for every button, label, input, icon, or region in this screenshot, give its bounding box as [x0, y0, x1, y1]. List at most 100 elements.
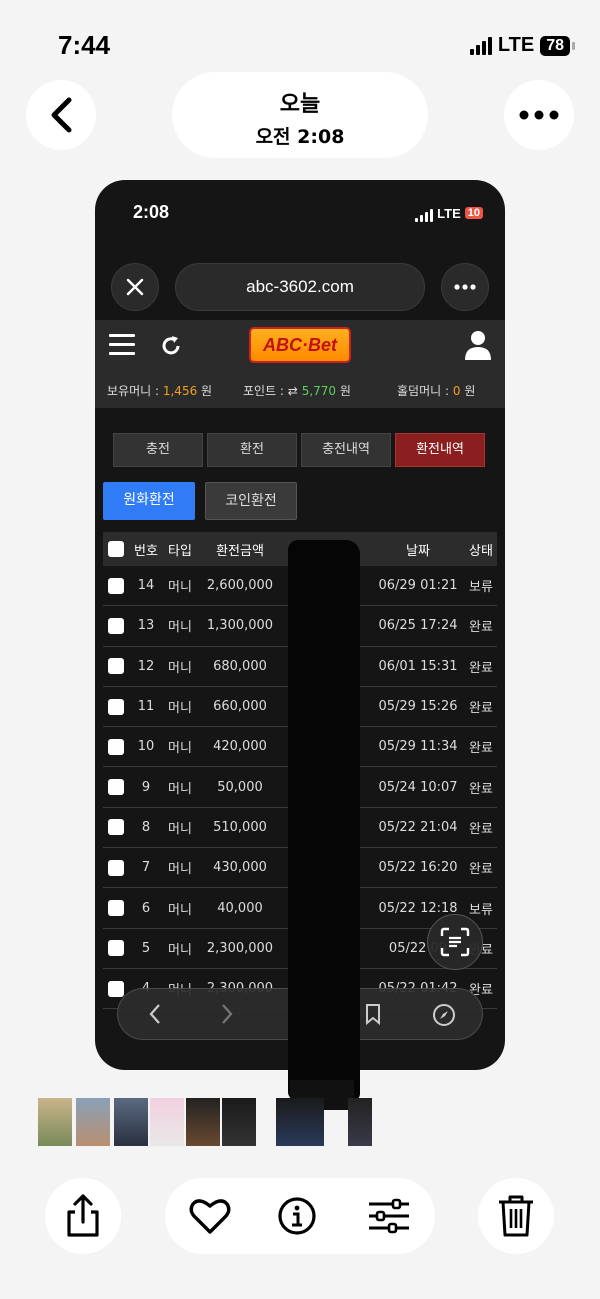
more-button[interactable] — [504, 80, 574, 150]
row-status: 완료 — [469, 741, 493, 757]
row-checkbox[interactable] — [103, 819, 129, 836]
adjust-icon[interactable] — [367, 1196, 411, 1236]
checkbox[interactable] — [108, 900, 124, 917]
ellipsis-icon — [519, 110, 559, 120]
tab-deposit-history[interactable]: 충전내역 — [301, 433, 391, 467]
row-checkbox[interactable] — [103, 617, 129, 634]
row-checkbox[interactable] — [103, 779, 129, 796]
thumbnail[interactable] — [38, 1098, 72, 1146]
redaction-mark — [288, 540, 360, 1100]
row-checkbox[interactable] — [103, 738, 129, 755]
row-number: 9 — [141, 779, 151, 795]
row-status: 보류 — [469, 580, 493, 596]
thumbnail[interactable] — [114, 1098, 148, 1146]
date-label: 오늘 — [279, 92, 321, 117]
tab-deposit[interactable]: 충전 — [113, 433, 203, 467]
row-date: 05/22 21:04 — [378, 819, 458, 835]
sub-tabs: 원화환전 코인환전 — [103, 482, 297, 520]
row-type: 머니 — [168, 942, 192, 958]
site-header: ABC·Bet 보유머니 : 1,456 원 포인트 : ⇄ 5,770 원 홀… — [95, 320, 505, 408]
row-number: 7 — [141, 860, 151, 876]
row-amount: 1,300,000 — [206, 618, 274, 634]
thumbnail[interactable] — [186, 1098, 220, 1146]
row-status: 완료 — [469, 620, 493, 636]
header-date: 날짜 — [406, 543, 430, 559]
row-date: 05/29 15:26 — [378, 699, 458, 715]
row-amount: 40,000 — [217, 900, 263, 916]
row-type: 머니 — [168, 620, 192, 636]
status-time: 7:44 — [58, 30, 111, 60]
refresh-icon[interactable] — [159, 334, 183, 358]
share-button[interactable] — [45, 1178, 121, 1254]
bookmark-icon[interactable] — [364, 1003, 382, 1025]
point-label: 포인트 : ⇄ — [243, 384, 298, 398]
phone-status-bar: 2:08 LTE 10 — [95, 202, 505, 226]
row-number: 8 — [141, 819, 151, 835]
row-amount: 680,000 — [213, 658, 267, 674]
row-number: 12 — [137, 658, 155, 674]
row-date: 06/25 17:24 — [378, 618, 458, 634]
checkbox[interactable] — [108, 541, 124, 557]
row-checkbox[interactable] — [103, 658, 129, 675]
row-type: 머니 — [168, 862, 192, 878]
hamburger-menu-icon[interactable] — [109, 334, 135, 358]
select-all-checkbox[interactable] — [103, 541, 129, 557]
heart-icon[interactable] — [189, 1196, 231, 1236]
ellipsis-icon — [454, 284, 476, 290]
checkbox[interactable] — [108, 658, 124, 675]
row-amount: 2,300,000 — [206, 940, 274, 956]
checkbox[interactable] — [108, 577, 124, 594]
row-amount: 660,000 — [213, 699, 267, 715]
row-checkbox[interactable] — [103, 900, 129, 917]
row-type: 머니 — [168, 821, 192, 837]
site-logo[interactable]: ABC·Bet — [249, 327, 351, 363]
browser-more-button[interactable] — [441, 263, 489, 311]
checkbox[interactable] — [108, 859, 124, 876]
row-number: 10 — [137, 739, 155, 755]
row-checkbox[interactable] — [103, 940, 129, 957]
thumbnail[interactable] — [222, 1098, 256, 1146]
money-label: 보유머니 : — [107, 384, 160, 398]
tab-withdraw[interactable]: 환전 — [207, 433, 297, 467]
subtab-krw-withdraw[interactable]: 원화환전 — [103, 482, 195, 520]
time-label: 오전 2:08 — [255, 126, 345, 148]
text-scan-icon — [440, 927, 470, 957]
delete-button[interactable] — [478, 1178, 554, 1254]
tab-withdraw-history[interactable]: 환전내역 — [395, 433, 485, 467]
row-checkbox[interactable] — [103, 698, 129, 715]
checkbox[interactable] — [108, 980, 124, 997]
row-type: 머니 — [168, 660, 192, 676]
checkbox[interactable] — [108, 940, 124, 957]
user-icon[interactable] — [465, 330, 491, 360]
back-button[interactable] — [26, 80, 96, 150]
status-bar: 7:44 LTE 78 — [0, 30, 600, 66]
subtab-coin-withdraw[interactable]: 코인환전 — [205, 482, 297, 520]
thumbnail[interactable] — [76, 1098, 110, 1146]
info-icon[interactable] — [277, 1196, 317, 1236]
checkbox[interactable] — [108, 779, 124, 796]
date-header: 오늘 오전 2:08 — [172, 72, 428, 158]
back-arrow-icon[interactable] — [148, 1003, 162, 1025]
forward-arrow-icon[interactable] — [220, 1003, 234, 1025]
checkbox[interactable] — [108, 617, 124, 634]
header-amount: 환전금액 — [216, 543, 264, 559]
url-field[interactable]: abc-3602.com — [175, 263, 425, 311]
header-no: 번호 — [134, 543, 158, 559]
checkbox[interactable] — [108, 819, 124, 836]
thumbnail[interactable] — [348, 1098, 372, 1146]
thumbnail[interactable] — [150, 1098, 184, 1146]
checkbox[interactable] — [108, 738, 124, 755]
row-date: 05/24 10:07 — [378, 779, 458, 795]
header-status: 상태 — [469, 543, 493, 559]
close-button[interactable] — [111, 263, 159, 311]
checkbox[interactable] — [108, 698, 124, 715]
row-type: 머니 — [168, 701, 192, 717]
phone-network-label: LTE — [437, 205, 461, 221]
row-checkbox[interactable] — [103, 577, 129, 594]
thumbnail-selected[interactable] — [276, 1098, 324, 1146]
compass-icon[interactable] — [432, 1003, 456, 1027]
live-text-button[interactable] — [427, 914, 483, 970]
row-checkbox[interactable] — [103, 859, 129, 876]
share-icon — [67, 1194, 99, 1237]
row-status: 완료 — [469, 862, 493, 878]
